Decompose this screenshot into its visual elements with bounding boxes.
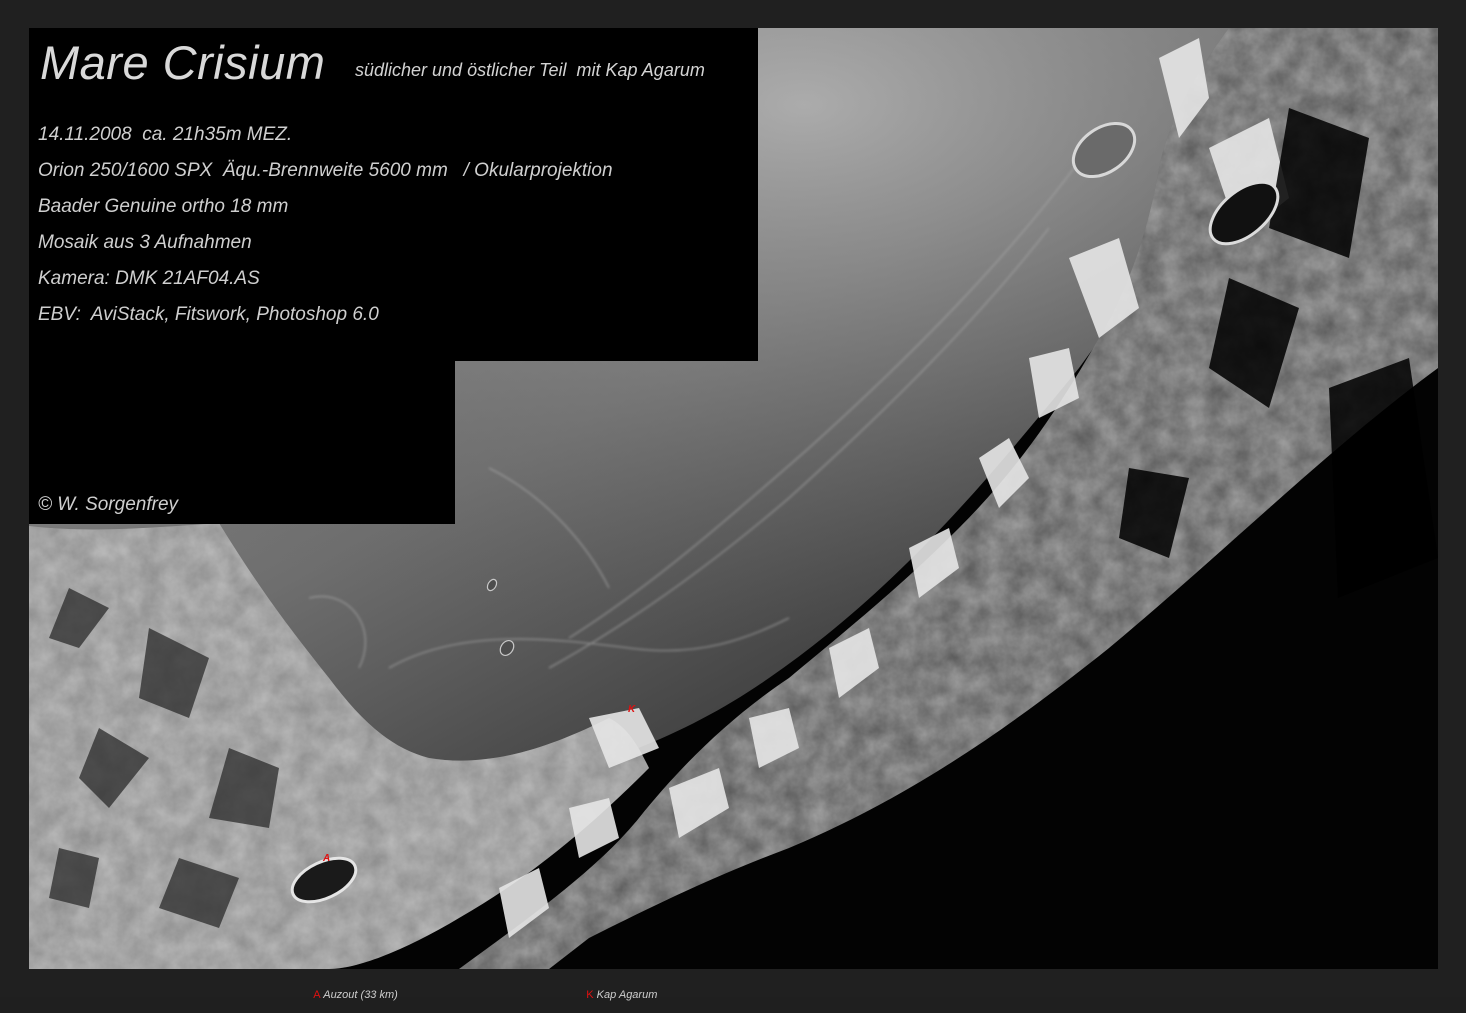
info-camera: Kamera: DMK 21AF04.AS (38, 268, 260, 289)
info-date: 14.11.2008 ca. 21h35m MEZ. (38, 124, 293, 145)
page-frame: A K Mare Crisium südlicher und östlicher… (0, 0, 1466, 1001)
info-telescope: Orion 250/1600 SPX Äqu.-Brennweite 5600 … (38, 160, 613, 181)
info-eyepiece: Baader Genuine ortho 18 mm (38, 196, 289, 217)
legend-kap-agarum: K Kap Agarum (574, 977, 657, 1013)
info-mosaic: Mosaik aus 3 Aufnahmen (38, 232, 252, 253)
info-processing: EBV: AviStack, Fitswork, Photoshop 6.0 (38, 304, 379, 325)
legend-auzout-label: Auzout (33 km) (320, 989, 398, 1001)
legend-kap-agarum-key: K (586, 989, 594, 1001)
image-title: Mare Crisium (40, 36, 326, 89)
image-subtitle: südlicher und östlicher Teil mit Kap Aga… (355, 60, 705, 80)
legend-auzout: A Auzout (33 km) (301, 977, 398, 1013)
auzout-marker: A (323, 853, 331, 864)
kap-agarum-marker: K (628, 704, 636, 715)
copyright-notice: © W. Sorgenfrey (38, 494, 179, 515)
legend-kap-agarum-label: Kap Agarum (593, 989, 658, 1001)
legend-auzout-key: A (313, 989, 321, 1001)
